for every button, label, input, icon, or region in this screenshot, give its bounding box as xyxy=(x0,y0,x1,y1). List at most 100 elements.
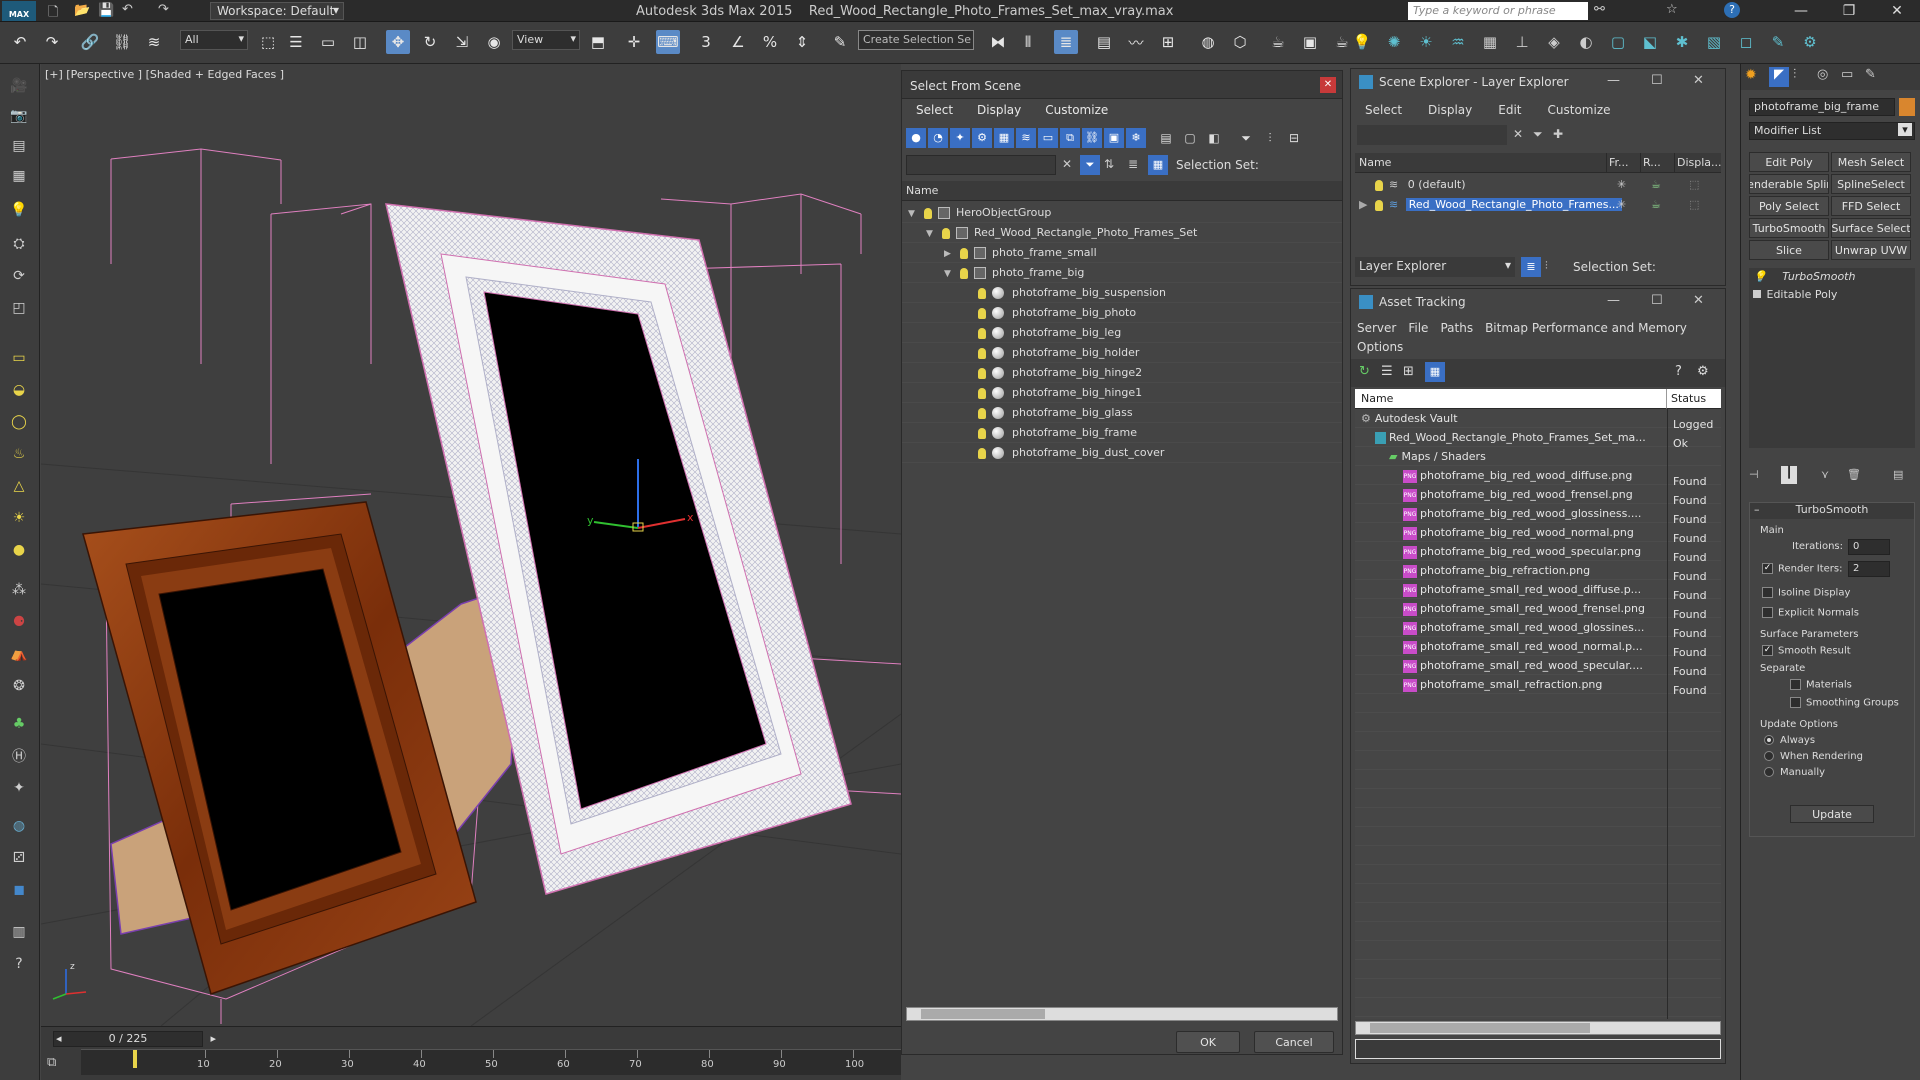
asset-name-header[interactable]: Name xyxy=(1355,389,1667,409)
schematic-view-icon[interactable]: ⊞ xyxy=(1156,30,1180,54)
vray-fur-icon[interactable]: ♒ xyxy=(1446,30,1470,54)
visibility-bulb-icon[interactable] xyxy=(978,347,986,359)
layer-explorer-dropdown[interactable]: Layer Explorer ▾ xyxy=(1355,257,1515,277)
freeze-header[interactable]: Fr... xyxy=(1607,153,1641,173)
vray-plane-icon[interactable]: ⊥ xyxy=(1510,30,1534,54)
layer-mode-icon[interactable]: ≣ xyxy=(1521,257,1541,277)
plane-icon[interactable]: ▭ xyxy=(7,346,31,370)
hf-fur-icon[interactable]: Ⓗ xyxy=(7,744,31,768)
display-header[interactable]: Displa... xyxy=(1675,153,1722,173)
show-end-result-icon[interactable]: ┃ xyxy=(1781,466,1797,484)
modifier-bulb-icon[interactable]: 💡 xyxy=(1753,270,1767,283)
pivot-center-icon[interactable]: ⬒ xyxy=(586,30,610,54)
binoculars-icon[interactable]: ⚯ xyxy=(1594,2,1605,17)
maximize-icon[interactable]: ☐ xyxy=(1651,293,1663,308)
help-icon[interactable]: ? xyxy=(1724,2,1740,18)
visibility-bulb-icon[interactable] xyxy=(978,307,986,319)
layer-name-header[interactable]: Name xyxy=(1355,153,1607,173)
menu-customize[interactable]: Customize xyxy=(1548,103,1611,117)
menu-display[interactable]: Display xyxy=(1428,103,1472,117)
light-lister-icon[interactable]: 💡 xyxy=(7,198,31,222)
layers-icon[interactable]: ≣ xyxy=(1128,157,1138,171)
particle-icon[interactable]: ⁂ xyxy=(7,578,31,602)
stack-item-editable-poly[interactable]: Editable Poly xyxy=(1749,288,1915,304)
visibility-bulb-icon[interactable] xyxy=(960,267,968,279)
list-view-icon[interactable]: ☰ xyxy=(1381,364,1393,379)
filter-icon[interactable]: ⏷ xyxy=(1533,127,1543,142)
prev-frame-icon[interactable]: ◂ xyxy=(56,1032,62,1046)
create-tab-icon[interactable]: ✹ xyxy=(1745,67,1765,87)
next-frame-icon[interactable]: ▸ xyxy=(210,1032,216,1046)
clear-search-icon[interactable]: ✕ xyxy=(1062,157,1072,171)
stack-item-turbosmooth[interactable]: 💡 TurboSmooth xyxy=(1749,270,1915,286)
when-rendering-radio[interactable] xyxy=(1764,751,1774,761)
scene-tree-row[interactable]: photoframe_big_holder xyxy=(902,343,1342,363)
scene-tree-row[interactable]: photoframe_big_leg xyxy=(902,323,1342,343)
menu-options[interactable]: Options xyxy=(1357,340,1403,354)
render-frame-icon[interactable]: ▣ xyxy=(1298,30,1322,54)
vray-sphere-light-icon[interactable]: ✺ xyxy=(1382,30,1406,54)
display-frozen-icon[interactable]: ❄ xyxy=(1126,128,1146,148)
ambient-light-icon[interactable]: ● xyxy=(7,538,31,562)
display-cameras-icon[interactable]: ⚙ xyxy=(972,128,992,148)
angle-snap-icon[interactable]: ∠ xyxy=(726,30,750,54)
scene-tree-row[interactable]: ▶ photo_frame_small xyxy=(902,243,1342,263)
display-shapes-icon[interactable]: ◔ xyxy=(928,128,948,148)
render-history-icon[interactable]: ⟳ xyxy=(7,264,31,288)
redo-icon[interactable]: ↷ xyxy=(158,2,169,17)
minimize-icon[interactable]: — xyxy=(1607,293,1620,308)
rollout-header[interactable]: – TurboSmooth xyxy=(1750,503,1914,519)
track-bar[interactable]: 10 20 30 40 50 60 70 80 90 100 xyxy=(81,1049,901,1075)
render-iters-spinner[interactable]: 2 xyxy=(1848,561,1890,577)
help-icon[interactable]: ? xyxy=(7,952,31,976)
vray-toolbar-icon[interactable]: ✱ xyxy=(1670,30,1694,54)
asset-browser-icon[interactable]: ▥ xyxy=(7,920,31,944)
save-file-icon[interactable]: 💾 xyxy=(98,3,114,18)
display-bones-icon[interactable]: ⛓ xyxy=(1082,128,1102,148)
update-button[interactable]: Update xyxy=(1790,805,1874,823)
ok-button[interactable]: OK xyxy=(1176,1031,1240,1053)
tree-view-icon[interactable]: ⊞ xyxy=(1403,364,1414,379)
star-icon[interactable]: ☆ xyxy=(1666,2,1678,17)
select-by-name-icon[interactable]: ☰ xyxy=(284,30,308,54)
unlink-icon[interactable]: ⛓ xyxy=(110,30,134,54)
collapse-icon[interactable]: ⊟ xyxy=(1284,128,1304,148)
menu-select[interactable]: Select xyxy=(1365,103,1402,117)
mirror-icon[interactable]: ⧓ xyxy=(986,30,1010,54)
perspective-viewport[interactable]: x y z xyxy=(41,64,901,1026)
vray-ipr-icon[interactable]: ◻ xyxy=(1734,30,1758,54)
place-icon[interactable]: ◉ xyxy=(482,30,506,54)
spinner-snap-icon[interactable]: ⇕ xyxy=(790,30,814,54)
percent-snap-icon[interactable]: % xyxy=(758,30,782,54)
maximize-icon[interactable]: ☐ xyxy=(1651,73,1663,88)
scene-tree-row[interactable]: photoframe_big_photo xyxy=(902,303,1342,323)
viewport-label[interactable]: [+] [Perspective ] [Shaded + Edged Faces… xyxy=(45,68,284,81)
settings-icon[interactable]: ⚙ xyxy=(1697,364,1709,379)
render-teapot-icon[interactable]: ☕ xyxy=(1651,175,1661,195)
spot-light-icon[interactable]: △ xyxy=(7,474,31,498)
materials-checkbox[interactable] xyxy=(1790,679,1801,690)
configure-modifier-sets-icon[interactable]: ▤ xyxy=(1893,468,1903,481)
scene-tree-row[interactable]: ▼ Red_Wood_Rectangle_Photo_Frames_Set xyxy=(902,223,1342,243)
vrayfur-icon[interactable]: ✦ xyxy=(7,776,31,800)
motion-tab-icon[interactable]: ◎ xyxy=(1817,67,1828,82)
clear-search-icon[interactable]: ✕ xyxy=(1513,127,1523,141)
vray-mesh-icon[interactable]: ▦ xyxy=(1478,30,1502,54)
reference-coordinate-dropdown[interactable]: View ▾ xyxy=(512,30,580,50)
vray-render-icon[interactable]: ⬕ xyxy=(1638,30,1662,54)
globe-icon[interactable]: ◍ xyxy=(7,814,31,838)
cancel-button[interactable]: Cancel xyxy=(1254,1031,1334,1053)
keyboard-shortcut-override-icon[interactable]: ⌨ xyxy=(656,30,680,54)
edit-named-selection-icon[interactable]: ✎ xyxy=(828,30,852,54)
vray-camera-icon[interactable]: 🎥 xyxy=(7,74,31,98)
search-input[interactable]: Type a keyword or phrase xyxy=(1408,2,1588,20)
expand-arrow-icon[interactable]: ▶ xyxy=(944,244,960,264)
horizontal-scrollbar[interactable] xyxy=(906,1007,1338,1021)
make-unique-icon[interactable]: ⋎ xyxy=(1821,468,1829,481)
vray-light-icon[interactable]: 💡 xyxy=(1350,30,1374,54)
expand-arrow-icon[interactable]: ▼ xyxy=(926,224,942,244)
help-icon[interactable]: ? xyxy=(1675,364,1682,379)
app-logo[interactable]: MAX xyxy=(2,1,36,21)
time-slider[interactable]: ◂ 0 / 225 ▸ xyxy=(53,1031,216,1047)
expand-arrow-icon[interactable]: ▶ xyxy=(1359,198,1367,211)
